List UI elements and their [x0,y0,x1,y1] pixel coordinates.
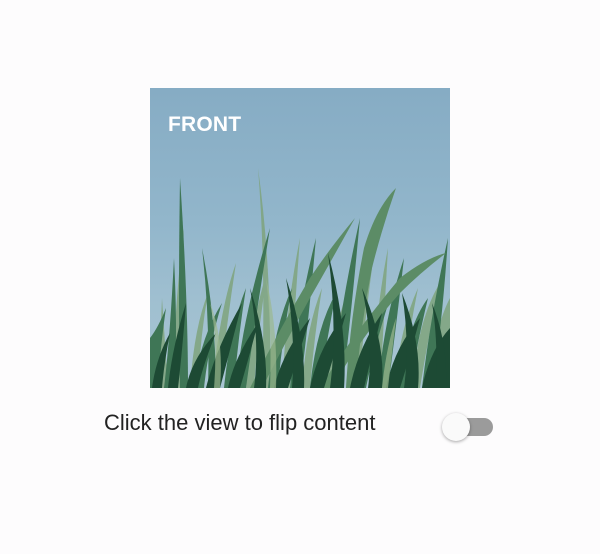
flip-instruction-text: Click the view to flip content [104,410,376,435]
flip-toggle-switch[interactable] [440,410,496,442]
switch-thumb[interactable] [442,413,470,441]
flip-card[interactable]: FRONT [150,88,450,388]
card-side-label: FRONT [168,113,242,136]
